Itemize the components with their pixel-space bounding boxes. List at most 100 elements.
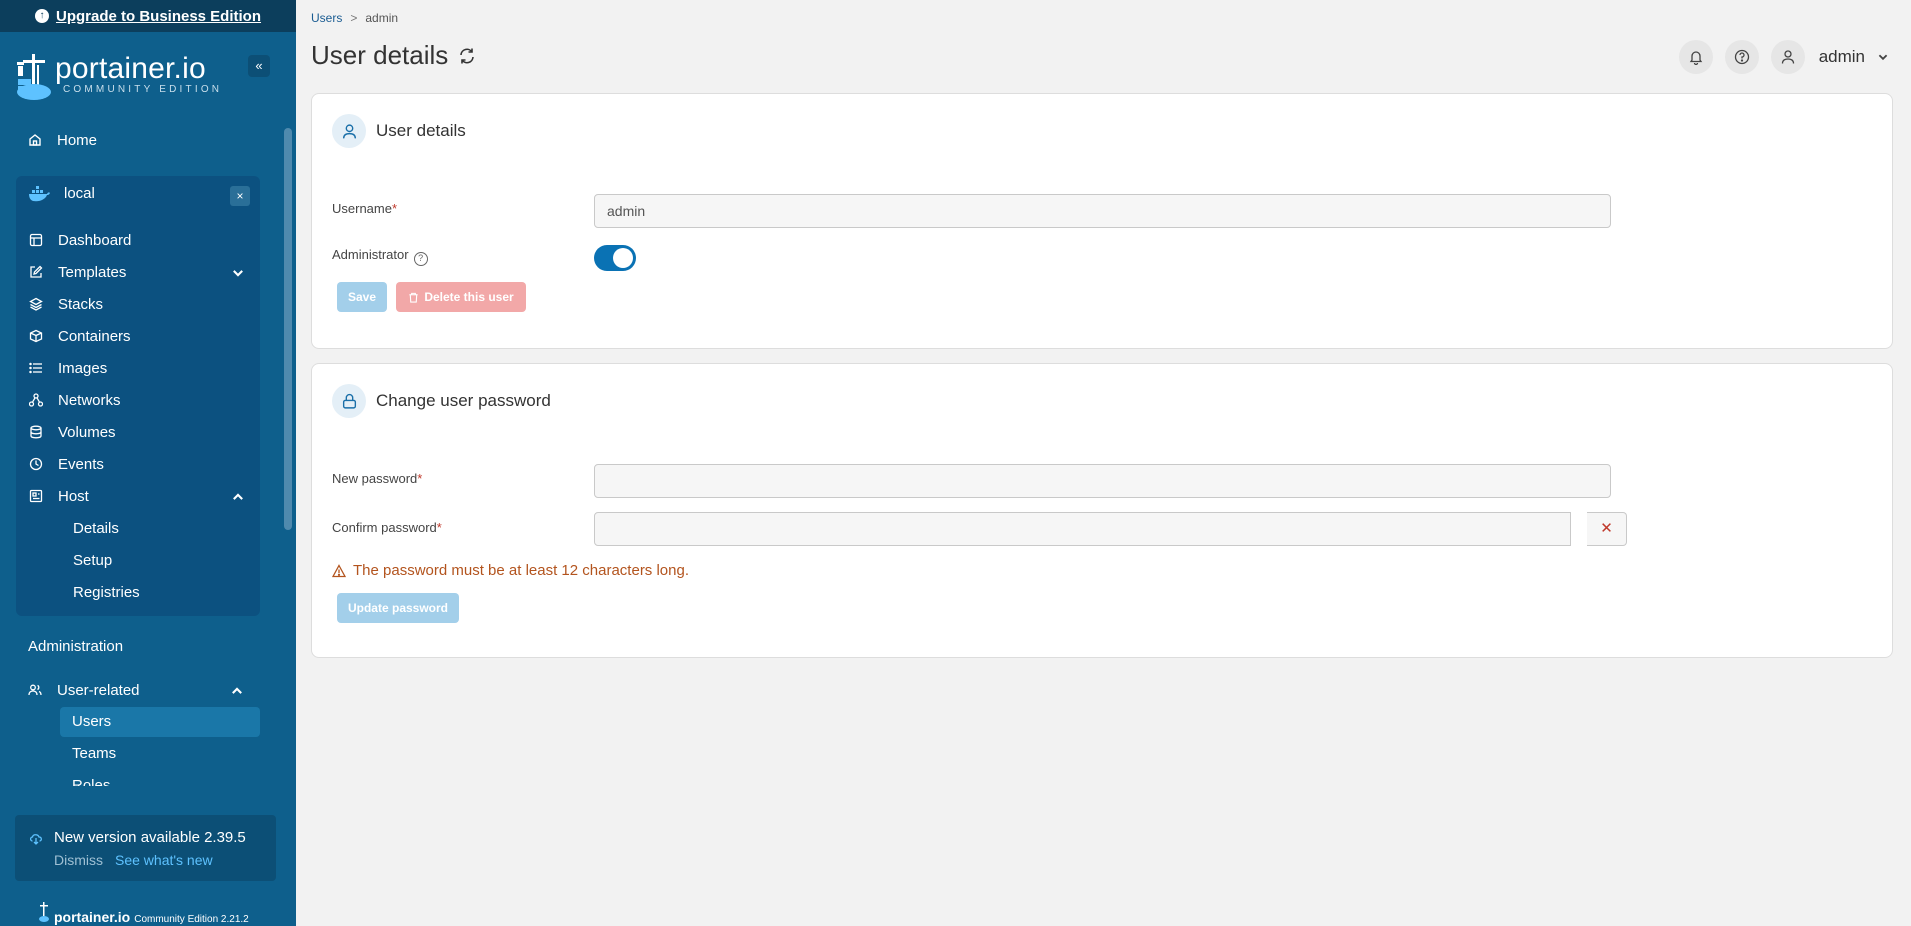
administration-section-label: Administration — [28, 638, 124, 655]
chevron-up-icon — [232, 687, 242, 694]
sidebar-item-stacks[interactable]: Stacks — [29, 291, 261, 317]
cloud-download-icon — [29, 834, 42, 845]
logo-wordmark: portainer.io — [55, 52, 206, 85]
sidebar-scrollbar[interactable] — [284, 128, 292, 530]
change-password-card: Change user password New password* Confi… — [311, 363, 1893, 658]
collapse-sidebar-button[interactable]: « — [248, 55, 270, 77]
delete-user-button[interactable]: Delete this user — [396, 282, 526, 312]
upgrade-icon: ↑ — [34, 9, 49, 23]
update-title: New version available 2.39.5 — [54, 829, 246, 846]
sidebar-item-users[interactable]: Users — [72, 710, 111, 734]
upgrade-banner[interactable]: ↑ Upgrade to Business Edition — [0, 0, 296, 32]
database-icon — [29, 425, 43, 439]
sidebar-item-label: Images — [58, 359, 108, 377]
portainer-logo[interactable]: portainer.io COMMUNITY EDITION — [15, 52, 275, 102]
users-icon — [28, 683, 42, 697]
docker-icon — [29, 185, 50, 201]
clock-icon — [29, 457, 43, 471]
sidebar-item-label: Templates — [58, 263, 127, 281]
trash-icon — [409, 292, 418, 303]
sidebar-item-dashboard[interactable]: Dashboard — [29, 227, 261, 253]
confirm-password-field[interactable] — [594, 512, 1571, 546]
sidebar-item-volumes[interactable]: Volumes — [29, 419, 261, 445]
close-environment-button[interactable]: × — [230, 186, 250, 206]
user-details-card: User details Username* admin Administrat… — [311, 93, 1893, 349]
save-button[interactable]: Save — [337, 282, 387, 312]
chevron-down-icon — [233, 270, 243, 277]
dismiss-link[interactable]: Dismiss — [54, 852, 103, 868]
sidebar-item-networks[interactable]: Networks — [29, 387, 261, 413]
environment-name: local — [64, 185, 95, 202]
update-password-button[interactable]: Update password — [337, 593, 459, 623]
help-icon — [1734, 49, 1749, 65]
host-icon — [29, 489, 43, 503]
breadcrumb-current: admin — [365, 11, 399, 25]
confirm-password-label: Confirm password* — [332, 520, 442, 535]
sidebar-item-label: Events — [58, 455, 104, 473]
user-icon — [332, 114, 366, 148]
sidebar-item-host-setup[interactable]: Setup — [73, 549, 112, 573]
user-icon — [1781, 50, 1794, 64]
card-header: Change user password — [332, 384, 551, 418]
sidebar: ↑ Upgrade to Business Edition portainer.… — [0, 0, 296, 926]
logo-crane-icon — [39, 902, 49, 922]
list-icon — [29, 361, 43, 375]
card-header: User details — [332, 114, 466, 148]
breadcrumb-separator: > — [350, 11, 358, 25]
chevron-down-icon[interactable] — [1877, 51, 1889, 63]
clear-confirm-button[interactable]: ✕ — [1587, 512, 1627, 546]
help-button[interactable] — [1724, 40, 1759, 74]
user-menu-name[interactable]: admin — [1819, 47, 1865, 67]
breadcrumb: Users > admin — [311, 11, 398, 25]
sidebar-item-label: Host — [58, 487, 89, 505]
sidebar-item-templates[interactable]: Templates — [29, 259, 261, 285]
breadcrumb-users-link[interactable]: Users — [311, 11, 342, 25]
sidebar-item-teams[interactable]: Teams — [72, 742, 116, 766]
logo-edition: COMMUNITY EDITION — [63, 84, 223, 95]
refresh-icon[interactable] — [458, 47, 476, 65]
sidebar-item-label: Home — [57, 131, 98, 149]
sidebar-item-label: Volumes — [58, 423, 116, 441]
administrator-label: Administrator? — [332, 247, 428, 266]
help-icon[interactable]: ? — [413, 252, 428, 266]
new-password-label: New password* — [332, 471, 423, 486]
logo-crane-icon — [17, 54, 51, 100]
administrator-toggle[interactable] — [594, 245, 636, 271]
new-password-field[interactable] — [594, 464, 1611, 498]
footer-logo: portainer.io Community Edition 2.21.2 — [38, 902, 249, 925]
dashboard-icon — [29, 233, 43, 247]
user-menu-avatar[interactable] — [1770, 40, 1805, 74]
whats-new-link[interactable]: See what's new — [115, 852, 213, 868]
network-icon — [29, 393, 43, 407]
warning-icon — [332, 563, 346, 577]
footer-version: Community Edition 2.21.2 — [134, 914, 249, 925]
sidebar-item-host-registries[interactable]: Registries — [73, 581, 140, 605]
username-field[interactable]: admin — [594, 194, 1611, 228]
sidebar-item-home[interactable]: Home — [28, 127, 260, 153]
sidebar-item-events[interactable]: Events — [29, 451, 261, 477]
layers-icon — [29, 297, 43, 311]
sidebar-item-label: Containers — [58, 327, 131, 345]
environment-header[interactable]: local — [28, 185, 95, 202]
notifications-button[interactable] — [1678, 40, 1713, 74]
sidebar-item-host-details[interactable]: Details — [73, 517, 119, 541]
page-title: User details — [311, 40, 449, 70]
sidebar-item-roles[interactable]: Roles — [72, 774, 110, 786]
card-title: User details — [376, 121, 466, 140]
sidebar-item-images[interactable]: Images — [29, 355, 261, 381]
sidebar-item-label: User-related — [57, 681, 140, 699]
edit-icon — [29, 265, 43, 279]
update-notice — [15, 815, 276, 881]
page-title-row: User details — [311, 40, 476, 71]
sidebar-item-user-related[interactable]: User-related — [28, 677, 260, 703]
box-icon — [29, 329, 43, 343]
username-label: Username* — [332, 201, 398, 216]
upgrade-link[interactable]: Upgrade to Business Edition — [56, 8, 261, 25]
password-warning: The password must be at least 12 charact… — [332, 562, 689, 579]
sidebar-item-label: Dashboard — [58, 231, 132, 249]
sidebar-item-containers[interactable]: Containers — [29, 323, 261, 349]
sidebar-item-label: Stacks — [58, 295, 104, 313]
bell-icon — [1689, 51, 1702, 65]
lock-icon — [332, 384, 366, 418]
sidebar-item-host[interactable]: Host — [29, 483, 261, 509]
